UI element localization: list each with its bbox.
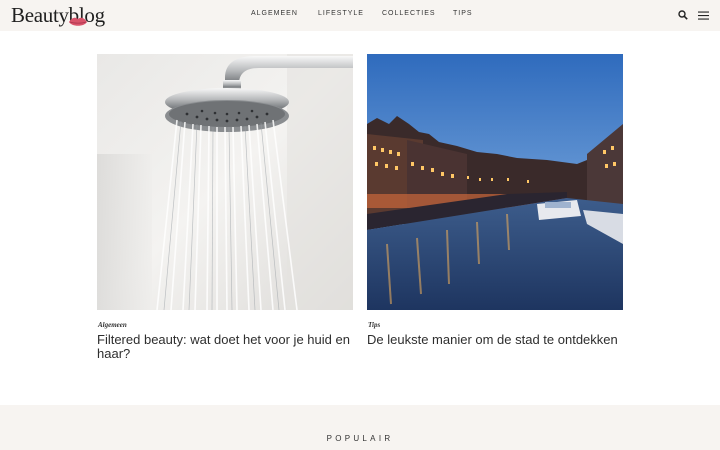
site-logo[interactable]: Beautyblog <box>11 2 105 30</box>
article-image-canal[interactable] <box>367 54 623 310</box>
nav-item-lifestyle[interactable]: LIFESTYLE <box>318 10 364 17</box>
nav-item-collecties[interactable]: COLLECTIES <box>382 10 436 17</box>
hamburger-menu-icon[interactable] <box>698 11 709 20</box>
search-icon[interactable] <box>678 10 688 20</box>
popular-section: POPULAIR <box>0 405 720 450</box>
article-title-filtered-beauty[interactable]: Filtered beauty: wat doet het voor je hu… <box>97 333 353 361</box>
nav-item-algemeen[interactable]: ALGEMEEN <box>251 10 298 17</box>
site-header: Beautyblog ALGEMEEN LIFESTYLE COLLECTIES… <box>0 0 720 31</box>
article-category-tips[interactable]: Tips <box>368 321 380 329</box>
article-category-algemeen[interactable]: Algemeen <box>98 321 127 329</box>
lips-logo-icon <box>69 17 87 26</box>
article-title-stad-ontdekken[interactable]: De leukste manier om de stad te ontdekke… <box>367 333 623 347</box>
canal-city-night-photo <box>367 54 623 310</box>
nav-item-tips[interactable]: TIPS <box>453 10 473 17</box>
article-image-shower[interactable] <box>97 54 353 310</box>
popular-heading: POPULAIR <box>326 434 394 443</box>
shower-head-photo <box>97 54 353 310</box>
logo-text: Beautyblog <box>11 3 105 27</box>
